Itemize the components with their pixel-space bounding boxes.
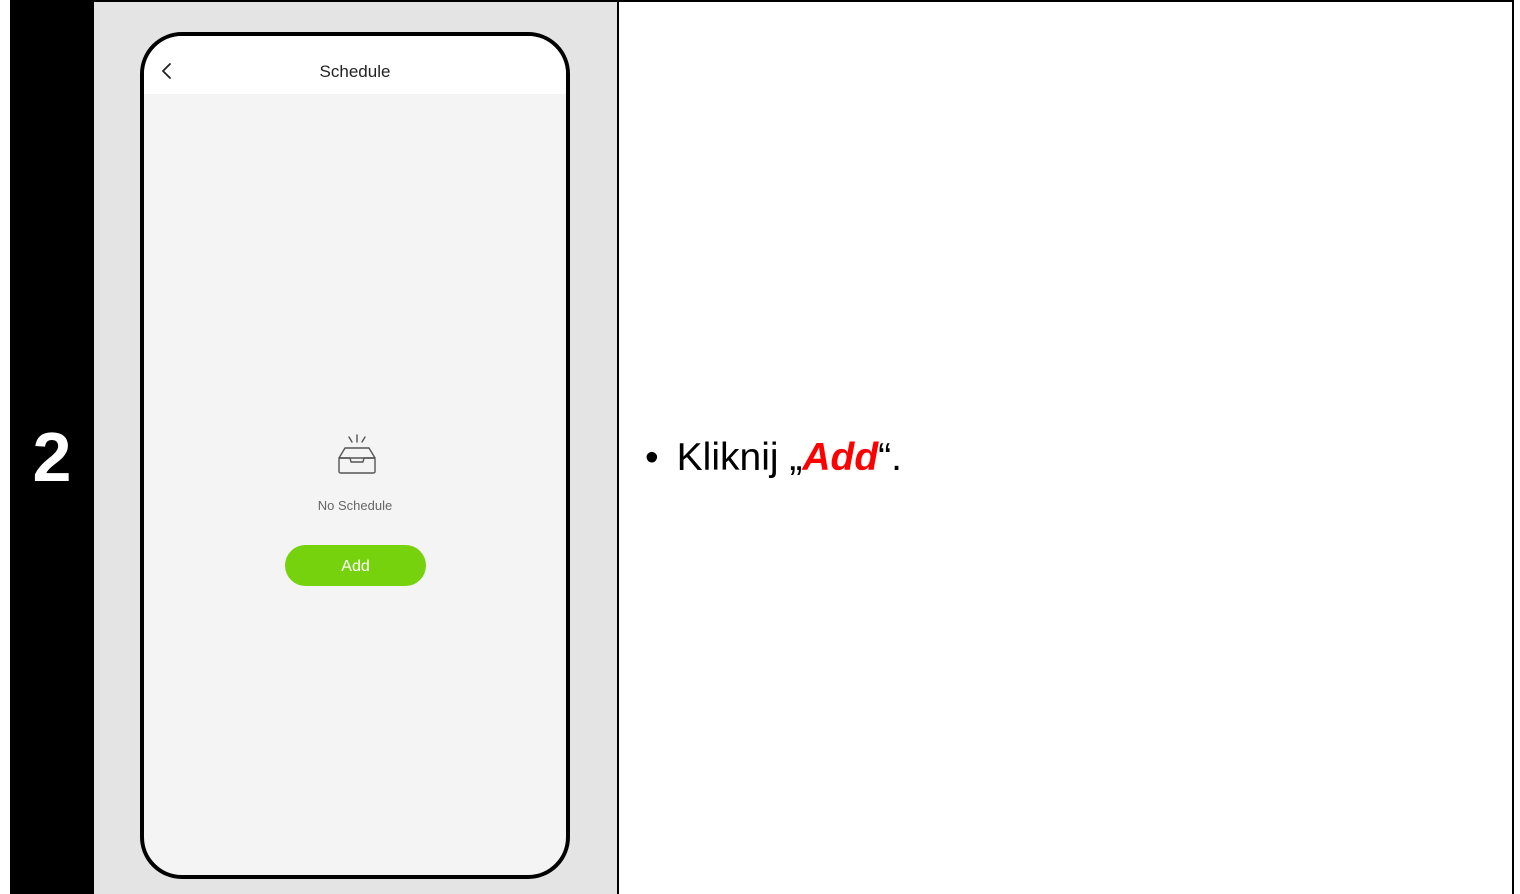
instruction-text: • Kliknij „Add“.: [645, 436, 902, 480]
step-column: 2: [10, 0, 94, 894]
bullet: •: [645, 436, 659, 479]
empty-state-text: No Schedule: [317, 498, 393, 513]
add-button[interactable]: Add: [285, 545, 426, 586]
instruction-prefix: Kliknij „: [676, 436, 803, 479]
empty-tray-icon: [329, 432, 385, 478]
instruction-suffix: “.: [878, 436, 902, 479]
step-number: 2: [32, 418, 72, 496]
phone-screen: Schedule No Schedule Add: [140, 32, 570, 879]
instruction-highlight: Add: [802, 436, 879, 479]
nav-bar: Schedule: [144, 36, 566, 94]
page-title: Schedule: [319, 62, 391, 81]
